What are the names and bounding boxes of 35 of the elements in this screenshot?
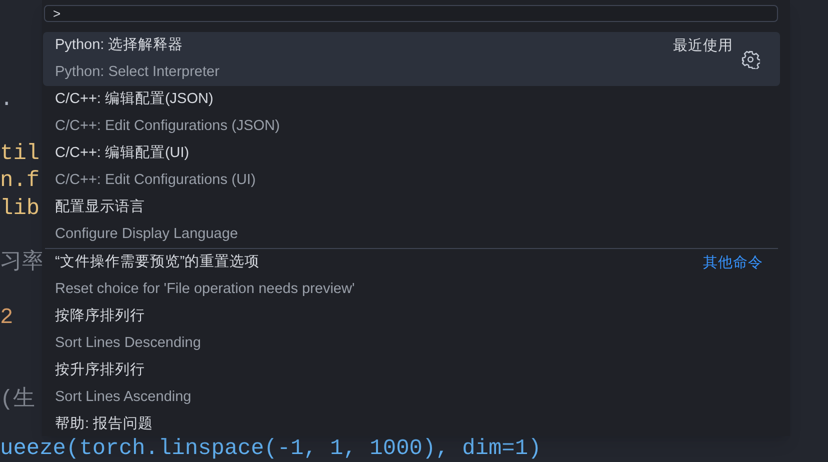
group-label: 其他命令 — [703, 254, 763, 273]
command-label: 帮助: 报告问题 — [55, 415, 154, 434]
command-description: C/C++: Edit Configurations (UI) — [55, 171, 256, 190]
command-item[interactable]: 按降序排列行 Sort Lines Descending — [43, 303, 780, 357]
command-label: 配置显示语言 — [55, 198, 145, 217]
code-text: 2 — [0, 306, 14, 329]
code-text: n.f — [0, 170, 40, 192]
command-label: C/C++: 编辑配置(UI) — [55, 144, 190, 163]
command-item[interactable]: C/C++: 编辑配置(JSON) C/C++: Edit Configurations (JSON) — [43, 86, 780, 140]
command-label: 按升序排列行 — [55, 361, 145, 380]
code-text: (生 — [0, 388, 36, 411]
command-description: Reset choice for 'File operation needs preview' — [55, 280, 355, 299]
command-label: Python: 选择解释器 — [55, 36, 184, 55]
group-label: 最近使用 — [673, 37, 733, 56]
command-description: C/C++: Edit Configurations (JSON) — [55, 117, 280, 136]
code-text: ueeze(torch.linspace(-1, 1, 1000), dim=1) — [0, 436, 542, 462]
settings-icon[interactable] — [741, 50, 760, 69]
command-description: Sort Lines Ascending — [55, 388, 192, 407]
code-text: til — [0, 143, 40, 166]
code-text: 习率 — [0, 252, 44, 274]
command-input[interactable]: > — [44, 5, 778, 22]
command-item[interactable]: Python: 选择解释器 Python: Select Interpreter 最近使用 — [43, 32, 780, 86]
command-description: Configure Display Language — [55, 225, 238, 244]
code-text: . — [0, 88, 14, 111]
command-item[interactable]: 帮助: 报告问题 — [43, 411, 780, 436]
command-label: “文件操作需要预览”的重置选项 — [55, 253, 260, 272]
command-item[interactable]: 配置显示语言 Configure Display Language — [43, 194, 780, 248]
command-label: 按降序排列行 — [55, 307, 145, 326]
code-text: lib — [0, 198, 40, 220]
command-item[interactable]: C/C++: 编辑配置(UI) C/C++: Edit Configurations (UI) — [43, 140, 780, 194]
command-item[interactable]: “文件操作需要预览”的重置选项 Reset choice for 'File operation needs preview' 其他命令 — [43, 249, 780, 303]
command-label: C/C++: 编辑配置(JSON) — [55, 90, 214, 109]
command-item[interactable]: 按升序排列行 Sort Lines Ascending — [43, 357, 780, 411]
command-description: Python: Select Interpreter — [55, 63, 220, 82]
command-description: Sort Lines Descending — [55, 334, 201, 353]
